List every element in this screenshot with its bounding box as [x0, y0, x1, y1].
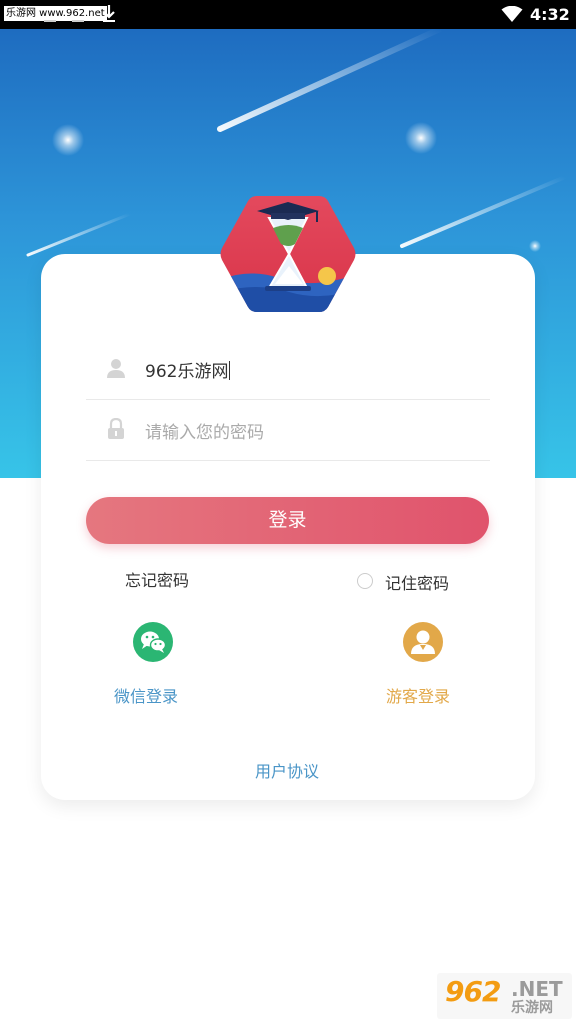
status-dash-icon [44, 20, 56, 22]
remember-password-radio[interactable] [357, 573, 373, 589]
status-time: 4:32 [530, 5, 570, 24]
wechat-login-label[interactable]: 微信登录 [114, 683, 178, 707]
user-agreement-link[interactable]: 用户协议 [255, 758, 319, 782]
lock-icon [108, 418, 124, 439]
guest-icon [411, 630, 435, 654]
text-caret [229, 361, 231, 380]
username-value: 962乐游网 [145, 362, 229, 382]
password-placeholder: 请输入您的密码 [145, 423, 264, 443]
status-bar: 乐游网 www.962.net 4:32 [0, 0, 576, 29]
wechat-login-button[interactable] [133, 622, 173, 662]
guest-login-label[interactable]: 游客登录 [386, 683, 450, 707]
username-underline [86, 399, 490, 400]
brand-number: 962 [445, 975, 501, 1008]
brand-name: 乐游网 [511, 1000, 553, 1016]
remember-password-label[interactable]: 记住密码 [385, 570, 449, 594]
guest-login-button[interactable] [403, 622, 443, 662]
status-dash-icon [72, 20, 84, 22]
user-icon [107, 359, 125, 378]
login-button[interactable]: 登录 [86, 497, 489, 544]
hourglass-logo-icon [220, 196, 356, 312]
watermark-brand: 962 .NET 乐游网 [437, 973, 572, 1019]
wifi-icon [501, 6, 523, 22]
status-bar-watermark: 乐游网 www.962.net [4, 6, 107, 21]
password-underline [86, 460, 490, 461]
username-input[interactable]: 962乐游网 [145, 357, 231, 382]
forgot-password-link[interactable]: 忘记密码 [125, 567, 189, 591]
download-icon [103, 5, 115, 22]
password-input[interactable]: 请输入您的密码 [145, 418, 264, 443]
wechat-icon [141, 631, 167, 653]
